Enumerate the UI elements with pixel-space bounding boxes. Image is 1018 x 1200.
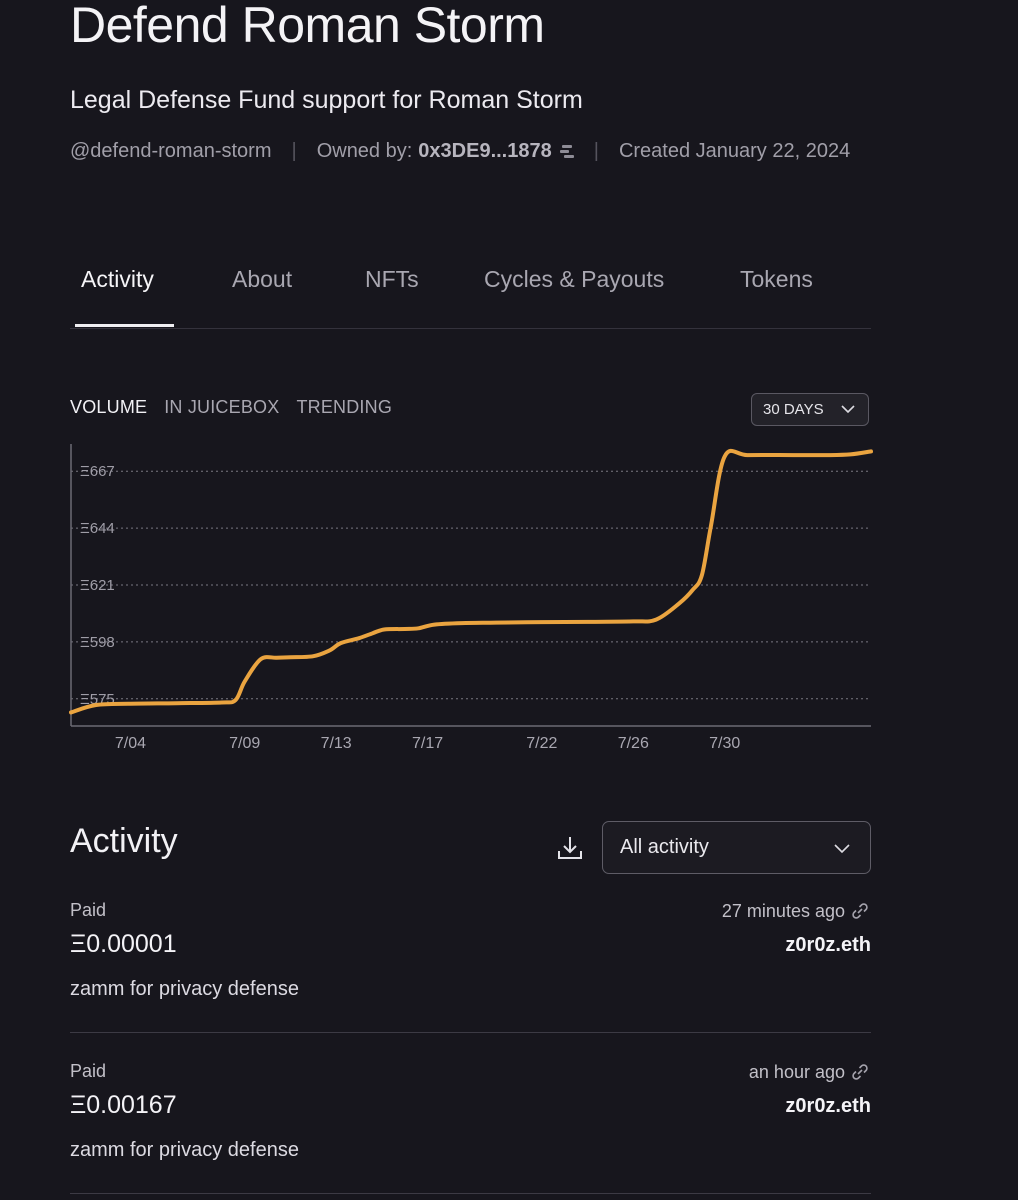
activity-item: Paid Ξ0.00001 zamm for privacy defense 2… [70,900,871,1060]
chart-y-ticks: Ξ575Ξ598Ξ621Ξ644Ξ667 [80,463,115,708]
chevron-down-icon [834,844,850,854]
activity-time: an hour ago [749,1061,871,1083]
chart-tab-volume[interactable]: VOLUME [70,397,147,418]
project-handle: @defend-roman-storm [70,140,272,162]
project-title: Defend Roman Storm [70,0,545,53]
activity-divider [70,1193,871,1194]
activity-time-label: 27 minutes ago [721,900,845,921]
activity-kind: Paid [70,1061,107,1081]
activity-filter-select[interactable]: All activity [602,821,871,874]
meta-separator: | [593,140,599,162]
chart-x-tick-label: 7/26 [618,735,649,752]
chart-x-tick-label: 7/13 [321,735,352,752]
activity-filter-value: All activity [620,836,709,858]
activity-item: Paid Ξ0.00167 zamm for privacy defense a… [70,1061,871,1200]
project-page: Defend Roman Storm Legal Defense Fund su… [0,0,1018,1200]
chart-x-tick-label: 7/22 [526,735,557,752]
copy-address-icon[interactable] [559,144,574,160]
tab-nfts[interactable]: NFTs [365,266,419,293]
chart-grid [71,470,871,700]
activity-title: Activity [70,822,178,860]
active-tab-indicator [75,324,174,327]
range-select-value: 30 DAYS [763,401,824,418]
tab-cycles-payouts[interactable]: Cycles & Payouts [484,266,664,293]
owner-address[interactable]: 0x3DE9...1878 [418,140,551,163]
chart-y-tick-label: Ξ621 [80,577,115,594]
activity-amount: Ξ0.00001 [70,930,177,958]
link-icon[interactable] [849,900,871,922]
volume-series-line [69,448,873,715]
project-meta: @defend-roman-storm | Owned by: 0x3DE9..… [70,140,850,163]
chart-y-tick-label: Ξ598 [80,634,115,651]
project-subtitle: Legal Defense Fund support for Roman Sto… [70,86,583,114]
activity-kind: Paid [70,900,107,920]
chart-x-tick-label: 7/04 [115,735,146,752]
activity-memo: zamm for privacy defense [70,978,299,1000]
activity-time-label: an hour ago [748,1061,845,1082]
activity-from[interactable]: z0r0z.eth [785,934,871,957]
owner-label: Owned by: [316,140,413,162]
chart-x-tick-label: 7/09 [229,735,260,752]
created-date: Created January 22, 2024 [618,140,851,162]
project-tabs: Activity About NFTs Cycles & Payouts Tok… [70,258,871,329]
chart-x-ticks: 7/04 7/09 7/13 7/17 7/22 7/26 7/30 [115,735,741,752]
chart-tab-trending[interactable]: TRENDING [296,397,392,418]
meta-separator: | [291,140,297,162]
chart-x-tick-label: 7/17 [412,735,443,752]
link-icon[interactable] [849,1061,871,1083]
volume-chart: Ξ575Ξ598Ξ621Ξ644Ξ667 7/04 7/09 7/13 7/17 7/2… [69,444,873,752]
chart-tabs: VOLUME IN JUICEBOX TRENDING [70,397,409,418]
activity-memo: zamm for privacy defense [70,1139,299,1161]
activity-divider [70,1032,871,1033]
chart-tab-in-juicebox[interactable]: IN JUICEBOX [164,397,279,418]
range-select[interactable]: 30 DAYS [751,393,869,426]
tab-about[interactable]: About [232,266,292,293]
chevron-down-icon [841,405,855,414]
activity-time: 27 minutes ago [722,900,871,922]
chart-y-tick-label: Ξ644 [80,520,115,537]
tab-tokens[interactable]: Tokens [740,266,813,293]
tab-activity[interactable]: Activity [81,266,154,293]
activity-from[interactable]: z0r0z.eth [785,1095,871,1118]
download-icon[interactable] [556,834,584,862]
activity-amount: Ξ0.00167 [70,1091,177,1119]
chart-x-tick-label: 7/30 [709,735,740,752]
chart-y-tick-label: Ξ667 [80,463,115,480]
